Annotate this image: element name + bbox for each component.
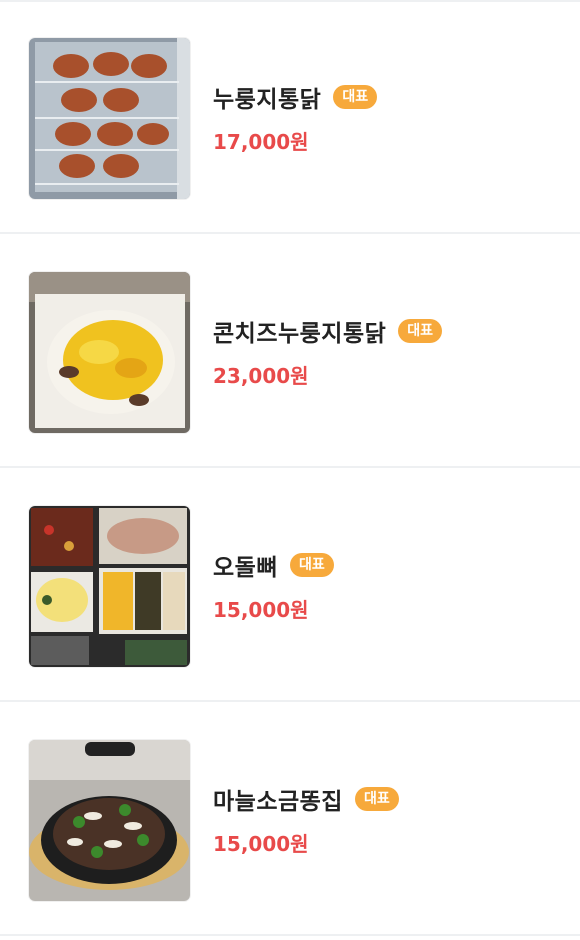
menu-price: 15,000원 [213,598,309,622]
menu-item-rotisserie-chicken[interactable]: 누룽지통닭 대표 17,000원 [0,2,580,234]
menu-name: 마늘소금똥집 [213,789,343,815]
menu-info: 누룽지통닭 대표 17,000원 [213,80,573,155]
menu-photo-garlic-salt-gizzard[interactable] [29,740,190,901]
menu-name: 콘치즈누룽지통닭 [213,321,387,347]
menu-price: 15,000원 [213,832,309,856]
name-row: 콘치즈누룽지통닭 대표 [213,314,573,348]
menu-photo-corn-cheese-chicken[interactable] [29,272,190,433]
menu-price: 23,000원 [213,364,309,388]
name-row: 오돌뼈 대표 [213,548,573,582]
signature-badge: 대표 [354,787,399,811]
menu-name: 오돌뼈 [213,555,278,581]
menu-info: 오돌뼈 대표 15,000원 [213,548,573,623]
signature-badge: 대표 [333,85,378,109]
menu-info: 마늘소금똥집 대표 15,000원 [213,782,573,857]
name-row: 마늘소금똥집 대표 [213,782,573,816]
menu-photo-cartilage[interactable] [29,506,190,667]
menu-photo-rotisserie-chicken[interactable] [29,38,190,199]
menu-info: 콘치즈누룽지통닭 대표 23,000원 [213,314,573,389]
name-row: 누룽지통닭 대표 [213,80,573,114]
menu-item-corn-cheese-chicken[interactable]: 콘치즈누룽지통닭 대표 23,000원 [0,236,580,468]
menu-price: 17,000원 [213,130,309,154]
menu-name: 누룽지통닭 [213,87,322,113]
signature-badge: 대표 [289,553,334,577]
menu-list: 누룽지통닭 대표 17,000원 콘치즈누룽지통닭 대표 23,000원 오돌뼈… [0,0,580,940]
signature-badge: 대표 [398,319,443,343]
menu-item-cartilage[interactable]: 오돌뼈 대표 15,000원 [0,470,580,702]
menu-item-garlic-salt-gizzard[interactable]: 마늘소금똥집 대표 15,000원 [0,704,580,936]
